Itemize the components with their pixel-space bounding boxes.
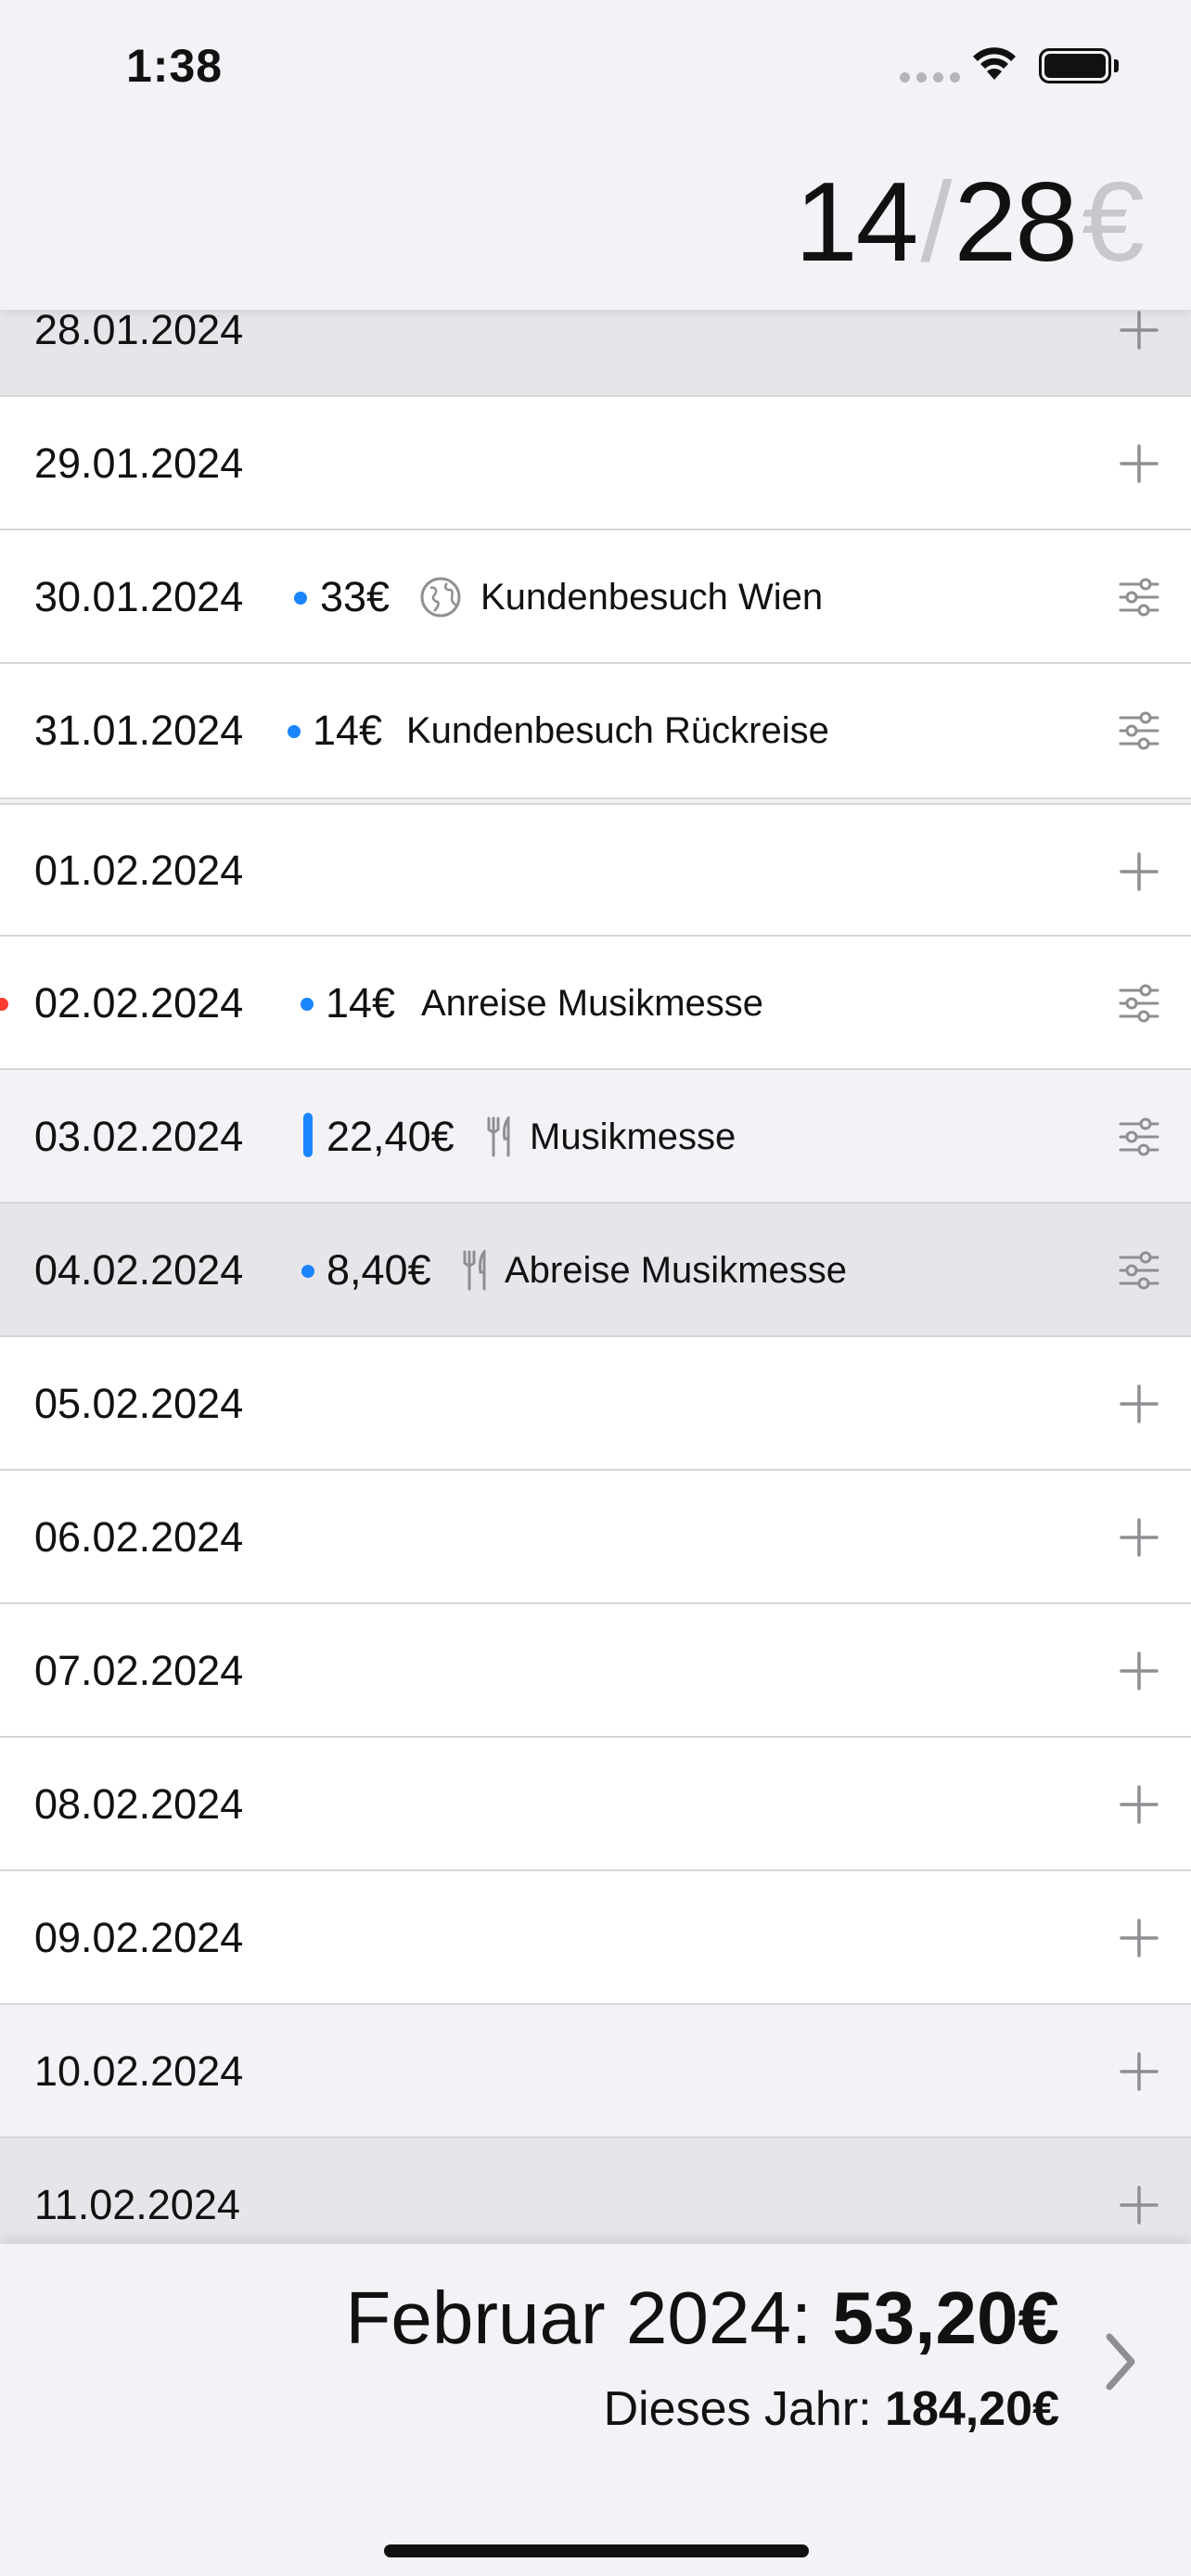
row-date: 06.02.2024 [34, 1513, 244, 1561]
year-summary: Dieses Jahr: 184,20€ [604, 2381, 1059, 2437]
list-item[interactable]: 31.01.2024 14€ Kundenbesuch Rückreise [0, 664, 1191, 797]
month-separator [0, 797, 1191, 805]
row-date: 10.02.2024 [34, 2047, 244, 2095]
plus-icon[interactable] [1117, 443, 1161, 484]
row-date: 07.02.2024 [34, 1647, 244, 1694]
day-counter: 14 / 28 € [794, 159, 1145, 285]
list-item[interactable]: 09.02.2024 [0, 1871, 1191, 2005]
fork-knife-icon [487, 1116, 510, 1157]
month-summary: Februar 2024: 53,20€ [346, 2276, 1059, 2361]
plus-icon[interactable] [1117, 2051, 1161, 2092]
list-item[interactable]: 11.02.2024 [0, 2138, 1191, 2244]
row-date: 09.02.2024 [34, 1914, 244, 1961]
fork-knife-icon [463, 1250, 486, 1291]
list-item[interactable]: 10.02.2024 [0, 2005, 1191, 2138]
row-amount: 14€ [326, 979, 396, 1027]
row-date: 04.02.2024 [34, 1246, 244, 1294]
list-item[interactable]: 08.02.2024 [0, 1738, 1191, 1871]
row-date: 11.02.2024 [34, 2181, 240, 2228]
month-label: Februar 2024: [345, 2276, 813, 2359]
row-date: 28.01.2024 [34, 310, 244, 353]
row-date: 01.02.2024 [34, 847, 244, 894]
status-time: 1:38 [126, 40, 224, 92]
entry-dot [301, 998, 314, 1011]
globe-icon [420, 577, 461, 618]
wifi-icon [973, 47, 1016, 80]
plus-icon[interactable] [1117, 1517, 1161, 1558]
summary-footer: Februar 2024: 53,20€ Dieses Jahr: 184,20… [0, 2244, 1191, 2576]
row-description: Musikmesse [530, 1116, 736, 1157]
row-date: 31.01.2024 [34, 707, 244, 754]
battery-icon [1039, 48, 1111, 83]
sliders-icon[interactable] [1117, 983, 1161, 1024]
list-item[interactable]: 06.02.2024 [0, 1471, 1191, 1604]
header: 14 / 28 € [0, 130, 1191, 310]
month-total: 53,20€ [832, 2276, 1059, 2359]
plus-icon[interactable] [1117, 310, 1161, 351]
list-item[interactable]: 29.01.2024 [0, 397, 1191, 530]
list-item[interactable]: 02.02.2024 14€ Anreise Musikmesse [0, 937, 1191, 1070]
list-item[interactable]: 04.02.2024 8,40€ Abreise Musikmesse [0, 1204, 1191, 1337]
list-item[interactable]: 05.02.2024 [0, 1337, 1191, 1471]
entry-dot [301, 1265, 314, 1278]
year-label: Dieses Jahr: [603, 2382, 872, 2436]
row-description: Kundenbesuch Wien [480, 577, 824, 618]
row-date: 08.02.2024 [34, 1780, 244, 1828]
plus-icon[interactable] [1117, 2185, 1161, 2225]
entry-bar [303, 1113, 313, 1157]
list-item[interactable]: 03.02.2024 22,40€ Musikmesse [0, 1070, 1191, 1204]
row-description: Anreise Musikmesse [421, 983, 764, 1024]
currency-symbol: € [1082, 159, 1145, 285]
day-list[interactable]: 28.01.2024 29.01.2024 30.01.2024 33€ Kun… [0, 310, 1191, 2244]
row-date: 02.02.2024 [34, 979, 244, 1027]
row-date: 29.01.2024 [34, 440, 244, 487]
days-total: 28 [954, 159, 1078, 285]
cellular-signal-icon [900, 72, 960, 83]
plus-icon[interactable] [1117, 1784, 1161, 1825]
sliders-icon[interactable] [1117, 1116, 1161, 1157]
row-date: 05.02.2024 [34, 1380, 244, 1427]
plus-icon[interactable] [1117, 1384, 1161, 1424]
plus-icon[interactable] [1117, 851, 1161, 892]
plus-icon[interactable] [1117, 1651, 1161, 1691]
status-bar: 1:38 [0, 0, 1191, 130]
row-amount: 22,40€ [327, 1113, 455, 1160]
row-date: 30.01.2024 [34, 573, 244, 620]
entry-dot [288, 725, 301, 738]
home-indicator[interactable] [384, 2544, 809, 2557]
sliders-icon[interactable] [1117, 710, 1161, 751]
current-day: 14 [794, 159, 919, 285]
plus-icon[interactable] [1117, 1918, 1161, 1958]
sliders-icon[interactable] [1117, 1250, 1161, 1291]
row-amount: 14€ [313, 707, 383, 754]
row-amount: 33€ [320, 573, 391, 620]
counter-slash: / [920, 159, 953, 285]
list-item[interactable]: 01.02.2024 [0, 805, 1191, 937]
list-item[interactable]: 30.01.2024 33€ Kundenbesuch Wien [0, 530, 1191, 664]
year-total: 184,20€ [885, 2382, 1059, 2436]
entry-dot [294, 592, 307, 605]
list-item[interactable]: 28.01.2024 [0, 310, 1191, 397]
today-indicator [0, 998, 8, 1011]
row-description: Abreise Musikmesse [505, 1250, 848, 1291]
row-description: Kundenbesuch Rückreise [406, 710, 829, 751]
chevron-right-icon[interactable] [1100, 2329, 1141, 2394]
battery-tip [1114, 59, 1119, 72]
list-item[interactable]: 07.02.2024 [0, 1604, 1191, 1738]
row-date: 03.02.2024 [34, 1113, 244, 1160]
row-amount: 8,40€ [327, 1246, 431, 1294]
sliders-icon[interactable] [1117, 577, 1161, 618]
